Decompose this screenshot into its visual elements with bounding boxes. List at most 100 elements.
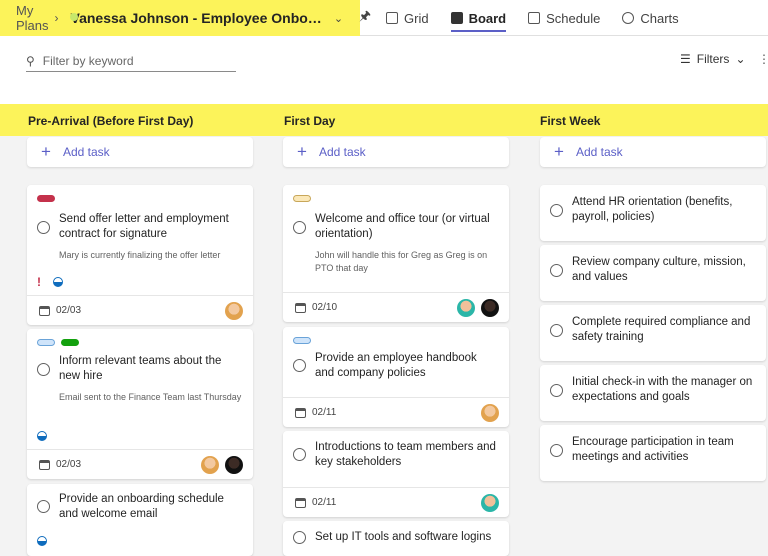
- avatar[interactable]: [225, 456, 243, 474]
- complete-checkbox[interactable]: [293, 448, 306, 461]
- task-card[interactable]: Review company culture, mission, and val…: [540, 245, 766, 301]
- assignees: [481, 404, 499, 422]
- tab-schedule[interactable]: Schedule: [528, 0, 600, 36]
- top-bar: My Plans › Vanessa Johnson - Employee On…: [0, 0, 768, 36]
- avatar[interactable]: [481, 404, 499, 422]
- due-date: 02/11: [312, 497, 337, 508]
- complete-checkbox[interactable]: [37, 221, 50, 234]
- pin-icon[interactable]: 🖈: [359, 7, 371, 29]
- due-date: 02/10: [312, 302, 338, 313]
- add-task-label: Add task: [318, 145, 366, 159]
- label-beige: [293, 195, 311, 202]
- task-card[interactable]: Introductions to team members and key st…: [283, 431, 509, 517]
- task-card[interactable]: Provide an employee handbook and company…: [283, 327, 509, 427]
- task-status-row: [37, 536, 47, 546]
- plus-icon: +: [41, 142, 51, 161]
- label-light-blue: [37, 339, 55, 346]
- task-note: John will handle this for Greg as Greg i…: [315, 250, 488, 273]
- complete-checkbox[interactable]: [37, 500, 50, 513]
- task-title: Inform relevant teams about the new hire: [59, 355, 222, 382]
- complete-checkbox[interactable]: [550, 384, 563, 397]
- task-card[interactable]: Complete required compliance and safety …: [540, 305, 766, 361]
- task-title: Introductions to team members and key st…: [315, 441, 496, 468]
- board-icon: [450, 12, 463, 24]
- group-by-icon[interactable]: ⋮: [758, 52, 768, 66]
- complete-checkbox[interactable]: [37, 363, 50, 376]
- tab-board[interactable]: Board: [450, 0, 507, 36]
- task-footer: 02/11: [283, 397, 509, 427]
- complete-checkbox[interactable]: [550, 264, 563, 277]
- filter-row: ⚲ Filter by keyword ☰ Filters ⌄ ⋮: [0, 36, 768, 104]
- grid-icon: [386, 12, 398, 24]
- priority-urgent-icon: !: [37, 275, 41, 289]
- complete-checkbox[interactable]: [293, 531, 306, 544]
- avatar[interactable]: [457, 299, 475, 317]
- calendar-icon: [295, 497, 306, 508]
- label-light-blue: [293, 337, 311, 344]
- progress-in-progress-icon[interactable]: [37, 536, 47, 546]
- tab-grid[interactable]: Grid: [386, 0, 429, 36]
- search-icon: ⚲: [26, 53, 35, 68]
- due-date: 02/11: [312, 407, 337, 418]
- breadcrumb-my-plans-link[interactable]: My Plans: [16, 3, 49, 33]
- view-switcher: Grid Board Schedule Charts: [386, 0, 679, 36]
- due-date: 02/03: [56, 459, 82, 470]
- tab-board-label: Board: [468, 10, 507, 26]
- avatar[interactable]: [481, 494, 499, 512]
- calendar-icon: [295, 407, 306, 418]
- task-card[interactable]: Set up IT tools and software logins: [283, 521, 509, 556]
- filters-button[interactable]: ☰ Filters ⌄: [680, 52, 746, 66]
- task-status-row: [37, 431, 47, 441]
- assignees: [457, 299, 499, 317]
- task-footer: 02/03: [27, 295, 253, 325]
- label-red: [37, 195, 55, 202]
- due-date: 02/03: [56, 305, 82, 316]
- assignees: [201, 456, 243, 474]
- assignees: [225, 302, 243, 320]
- add-task-button[interactable]: + Add task: [283, 137, 509, 167]
- task-note: Email sent to the Finance Team last Thur…: [59, 392, 242, 402]
- chevron-down-icon: ⌄: [735, 52, 746, 66]
- calendar-icon: [39, 459, 50, 470]
- filter-icon: ☰: [680, 52, 691, 66]
- add-task-button[interactable]: + Add task: [27, 137, 253, 167]
- task-card[interactable]: Provide an onboarding schedule and welco…: [27, 484, 253, 556]
- search-input[interactable]: ⚲ Filter by keyword: [26, 50, 236, 72]
- avatar[interactable]: [481, 299, 499, 317]
- tab-charts-label: Charts: [640, 10, 679, 26]
- task-title: Set up IT tools and software logins: [315, 531, 492, 543]
- complete-checkbox[interactable]: [550, 324, 563, 337]
- add-task-button[interactable]: + Add task: [540, 137, 766, 167]
- avatar[interactable]: [225, 302, 243, 320]
- progress-in-progress-icon[interactable]: [53, 277, 63, 287]
- bucket-title[interactable]: First Week: [540, 114, 600, 128]
- complete-checkbox[interactable]: [293, 359, 306, 372]
- task-card[interactable]: Encourage participation in team meetings…: [540, 425, 766, 481]
- complete-checkbox[interactable]: [293, 221, 306, 234]
- task-card[interactable]: Welcome and office tour (or virtual orie…: [283, 185, 509, 322]
- plan-title[interactable]: Vanessa Johnson - Employee Onbo…: [71, 10, 322, 26]
- progress-in-progress-icon[interactable]: [37, 431, 47, 441]
- complete-checkbox[interactable]: [550, 204, 563, 217]
- task-card[interactable]: Inform relevant teams about the new hire…: [27, 329, 253, 479]
- bucket-title[interactable]: Pre-Arrival (Before First Day): [28, 114, 193, 128]
- tab-schedule-label: Schedule: [546, 10, 601, 26]
- avatar[interactable]: [201, 456, 219, 474]
- task-status-row: !: [37, 275, 63, 289]
- task-title: Review company culture, mission, and val…: [572, 256, 746, 283]
- task-card[interactable]: Attend HR orientation (benefits, payroll…: [540, 185, 766, 241]
- bucket-title[interactable]: First Day: [284, 114, 335, 128]
- task-title: Provide an onboarding schedule and welco…: [59, 493, 224, 520]
- chevron-down-icon[interactable]: ⌄: [334, 12, 343, 25]
- complete-checkbox[interactable]: [550, 444, 563, 457]
- filters-label: Filters: [696, 52, 730, 66]
- task-card[interactable]: Send offer letter and employment contrac…: [27, 185, 253, 325]
- calendar-icon: [295, 302, 306, 313]
- tab-charts[interactable]: Charts: [622, 0, 679, 36]
- task-note: Mary is currently finalizing the offer l…: [59, 250, 221, 260]
- task-card[interactable]: Initial check-in with the manager on exp…: [540, 365, 766, 421]
- task-title: Provide an employee handbook and company…: [315, 352, 477, 379]
- plus-icon: +: [297, 142, 307, 161]
- schedule-icon: [528, 12, 541, 24]
- label-list: [37, 195, 55, 202]
